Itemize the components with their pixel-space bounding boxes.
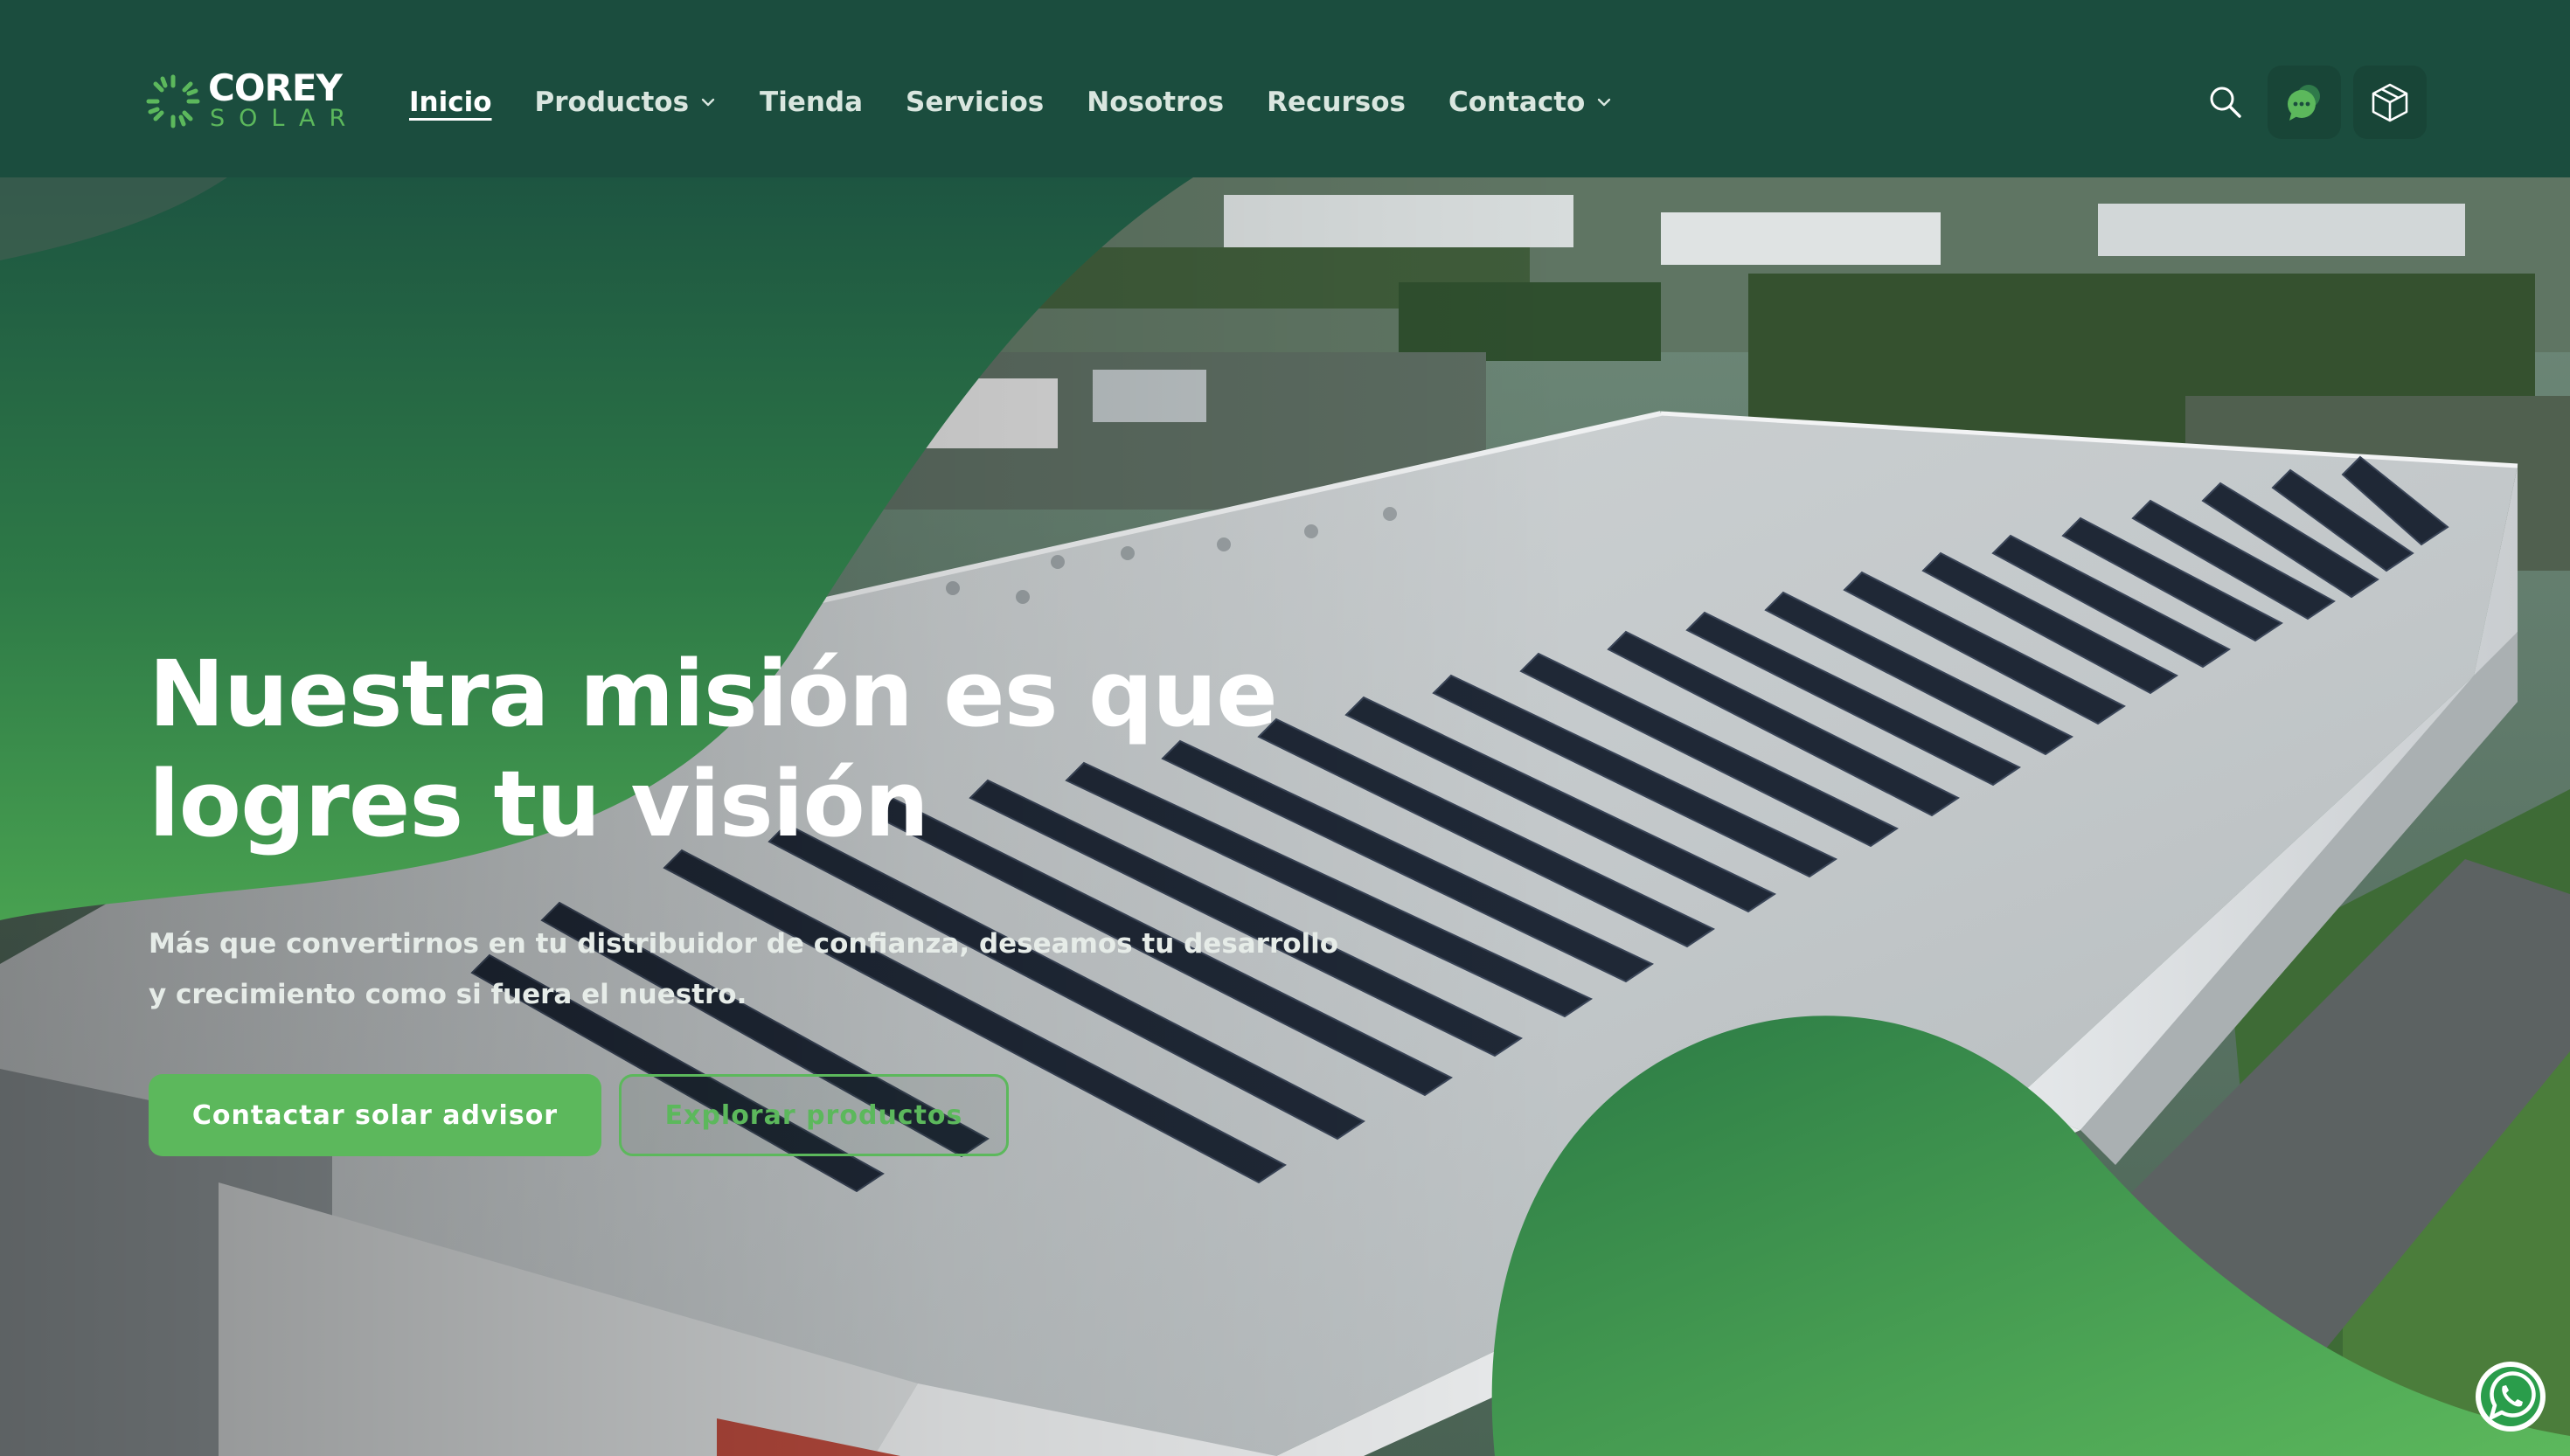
nav-item-label: Servicios <box>906 87 1045 118</box>
nav-item-label: Contacto <box>1448 87 1586 118</box>
box-icon <box>2372 83 2408 122</box>
search-icon <box>2210 87 2241 118</box>
hero-title: Nuestra misión es que logres tu visión <box>149 639 1460 859</box>
chevron-down-icon <box>701 98 715 107</box>
whatsapp-button[interactable] <box>2474 1360 2547 1433</box>
nav-item-label: Nosotros <box>1087 87 1225 118</box>
explore-products-button[interactable]: Explorar productos <box>619 1074 1009 1156</box>
nav-item-recursos[interactable]: Recursos <box>1267 87 1406 118</box>
hero-title-line-1: Nuestra misión es que <box>149 641 1278 747</box>
nav-item-label: Inicio <box>409 87 492 118</box>
nav-item-inicio[interactable]: Inicio <box>409 87 492 118</box>
nav-item-label: Productos <box>534 87 690 118</box>
nav-item-label: Recursos <box>1267 87 1406 118</box>
hero-subtitle-line-1: Más que convertirnos en tu distribuidor … <box>149 928 1339 960</box>
nav-item-tienda[interactable]: Tienda <box>760 87 863 118</box>
chat-icon <box>2288 85 2320 121</box>
nav-item-servicios[interactable]: Servicios <box>906 87 1044 118</box>
nav-item-label: Tienda <box>760 87 864 118</box>
nav-item-contacto[interactable]: Contacto <box>1448 87 1613 118</box>
nav-item-productos[interactable]: Productos <box>535 87 718 118</box>
whatsapp-icon <box>2476 1362 2546 1432</box>
chat-button[interactable] <box>2268 66 2341 139</box>
sun-logo-icon <box>146 74 200 128</box>
box-button[interactable] <box>2353 66 2427 139</box>
contact-solar-advisor-button[interactable]: Contactar solar advisor <box>149 1074 601 1156</box>
search-button[interactable] <box>2189 66 2262 139</box>
hero-subtitle: Más que convertirnos en tu distribuidor … <box>149 919 1372 1020</box>
hero-title-line-2: logres tu visión <box>149 751 929 857</box>
logo-wordmark-solar: SOLAR <box>210 105 360 132</box>
logo[interactable]: COREY SOLAR <box>145 66 346 132</box>
nav-item-nosotros[interactable]: Nosotros <box>1087 87 1224 118</box>
site-header: COREY SOLAR Inicio Productos Tienda Serv… <box>0 0 2570 177</box>
chevron-down-icon <box>1598 98 1611 107</box>
main-nav: Inicio Productos Tienda Servicios Nosotr… <box>409 80 1656 124</box>
logo-wordmark-corey: COREY <box>208 66 343 109</box>
hero-section: Nuestra misión es que logres tu visión M… <box>0 177 2570 1456</box>
hero-subtitle-line-2: y crecimiento como si fuera el nuestro. <box>149 979 747 1010</box>
